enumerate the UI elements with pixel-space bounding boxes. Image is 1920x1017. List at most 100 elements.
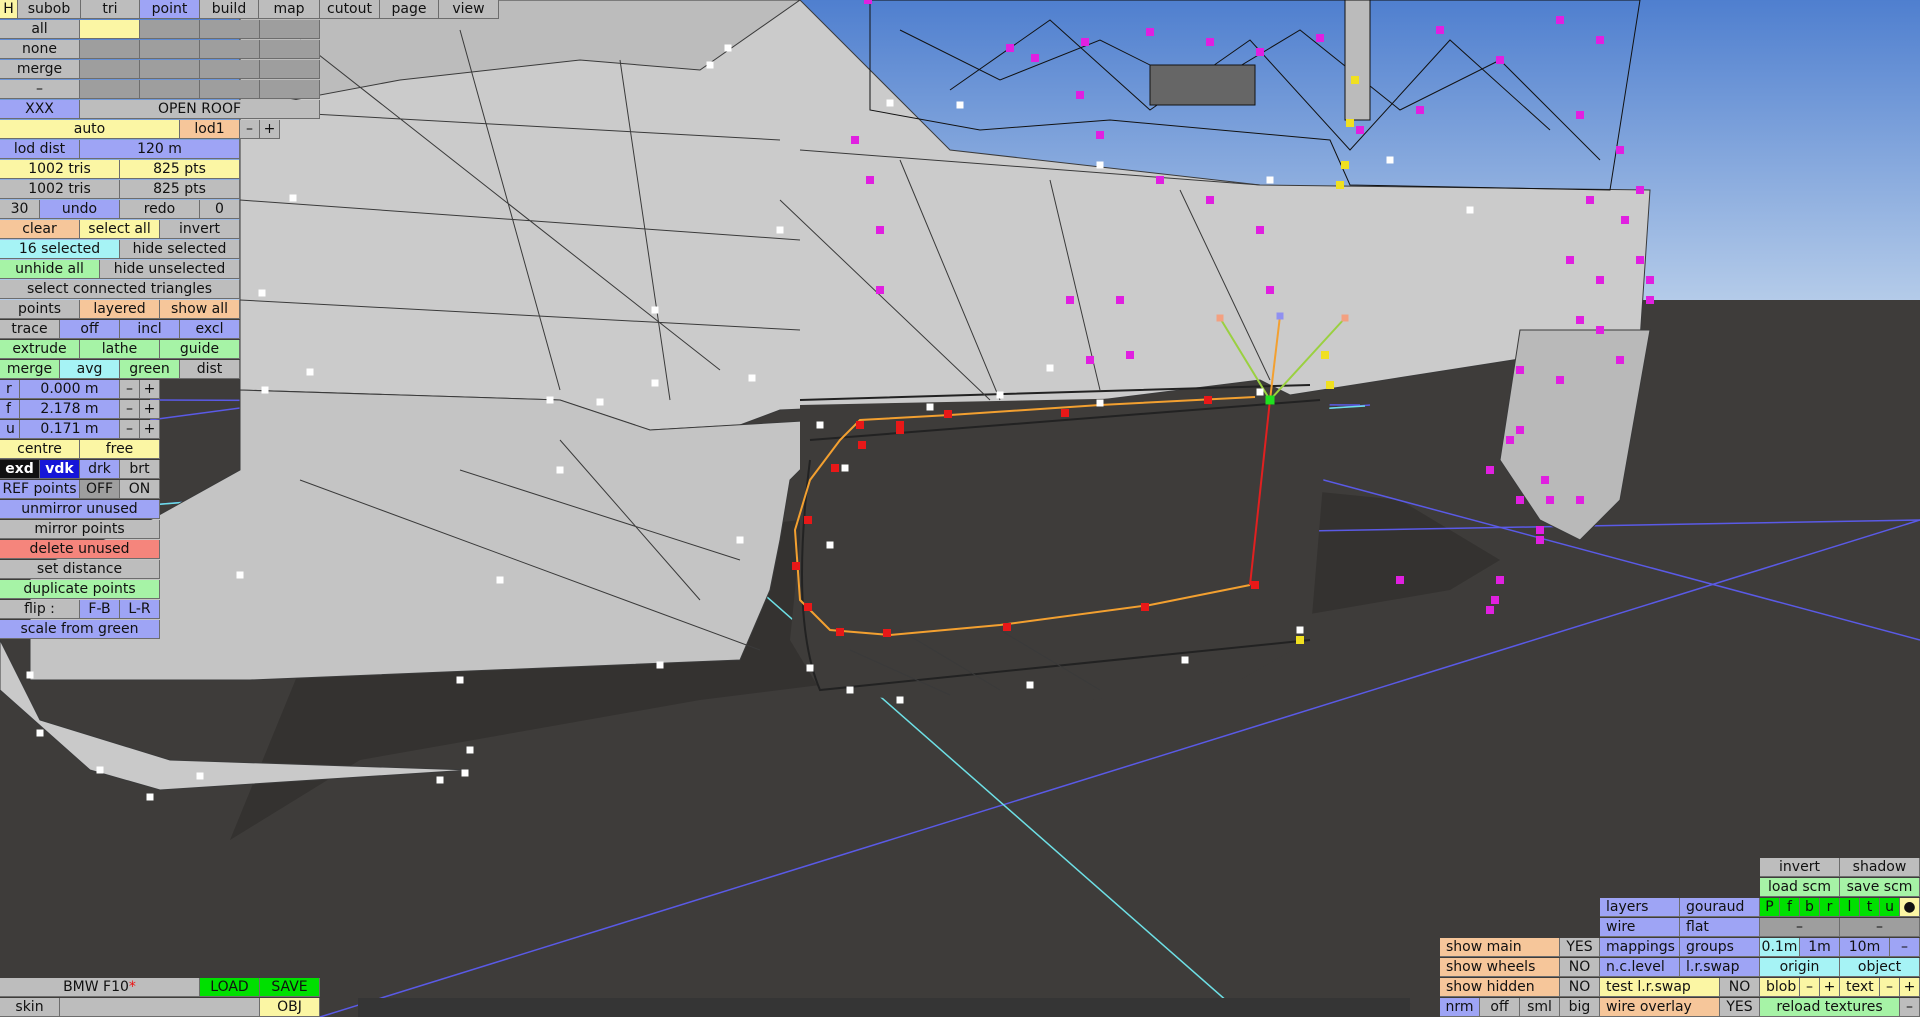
dash-button[interactable]: – — [0, 80, 80, 99]
subob-slot-12[interactable] — [260, 60, 320, 79]
lod-dist-value[interactable]: 120 m — [80, 140, 240, 159]
test-lr-swap-toggle[interactable]: NO — [1720, 978, 1760, 997]
duplicate-points-button[interactable]: duplicate points — [0, 580, 160, 599]
subob-slot-9[interactable] — [80, 60, 140, 79]
centre-button[interactable]: centre — [0, 440, 80, 459]
grid-01m-button[interactable]: 0.1m — [1760, 938, 1800, 957]
lr-swap-button[interactable]: l.r.swap — [1680, 958, 1760, 977]
subob-slot-1[interactable] — [80, 20, 140, 39]
hide-unselected-button[interactable]: hide unselected — [100, 260, 240, 279]
layer-l-button[interactable]: l — [1840, 898, 1860, 917]
brt-button[interactable]: brt — [120, 460, 160, 479]
select-all-points-button[interactable]: select all — [80, 220, 160, 239]
blob-plus-button[interactable]: + — [1820, 978, 1840, 997]
tab-point[interactable]: point — [140, 0, 200, 19]
save-scm-button[interactable]: save scm — [1840, 878, 1920, 897]
layer-t-button[interactable]: t — [1860, 898, 1880, 917]
wire-button[interactable]: wire — [1600, 918, 1680, 937]
select-connected-button[interactable]: select connected triangles — [0, 280, 240, 299]
tab-subob[interactable]: subob — [18, 0, 81, 19]
f-plus-button[interactable]: + — [140, 400, 160, 419]
show-hidden-toggle[interactable]: NO — [1560, 978, 1600, 997]
trace-excl-button[interactable]: excl — [180, 320, 240, 339]
trace-incl-button[interactable]: incl — [120, 320, 180, 339]
r-plus-button[interactable]: + — [140, 380, 160, 399]
set-distance-button[interactable]: set distance — [0, 560, 160, 579]
subob-slot-13[interactable] — [80, 80, 140, 99]
u-value[interactable]: 0.171 m — [20, 420, 120, 439]
grid-1m-button[interactable]: 1m — [1800, 938, 1840, 957]
tab-page[interactable]: page — [380, 0, 439, 19]
ref-on-button[interactable]: ON — [120, 480, 160, 499]
invert-selection-button[interactable]: invert — [160, 220, 240, 239]
hide-selected-button[interactable]: hide selected — [120, 240, 240, 259]
subob-slot-7[interactable] — [200, 40, 260, 59]
redo-button[interactable]: redo — [120, 200, 200, 219]
h-button[interactable]: H — [0, 0, 18, 19]
tab-view[interactable]: view — [439, 0, 499, 19]
ref-points-button[interactable]: REF points — [0, 480, 80, 499]
load-button[interactable]: LOAD — [200, 978, 260, 997]
tab-map[interactable]: map — [259, 0, 320, 19]
free-button[interactable]: free — [80, 440, 160, 459]
blob-button[interactable]: blob — [1760, 978, 1800, 997]
vdk-button[interactable]: vdk — [40, 460, 80, 479]
drk-button[interactable]: drk — [80, 460, 120, 479]
u-plus-button[interactable]: + — [140, 420, 160, 439]
r-value[interactable]: 0.000 m — [20, 380, 120, 399]
subob-slot-10[interactable] — [140, 60, 200, 79]
select-all-button[interactable]: all — [0, 20, 80, 39]
extrude-button[interactable]: extrude — [0, 340, 80, 359]
layer-p-button[interactable]: P — [1760, 898, 1780, 917]
unhide-all-button[interactable]: unhide all — [0, 260, 100, 279]
layer-r-button[interactable]: r — [1820, 898, 1840, 917]
invert-view-button[interactable]: invert — [1760, 858, 1840, 877]
layer-u-button[interactable]: u — [1880, 898, 1900, 917]
lod-auto-button[interactable]: auto — [0, 120, 180, 139]
subob-slot-2[interactable] — [140, 20, 200, 39]
lod-plus-button[interactable]: + — [260, 120, 280, 139]
dash-left-button[interactable]: – — [1760, 918, 1840, 937]
lod1-button[interactable]: lod1 — [180, 120, 240, 139]
reload-dash-button[interactable]: – — [1900, 998, 1920, 1017]
blob-minus-button[interactable]: – — [1800, 978, 1820, 997]
mirror-points-button[interactable]: mirror points — [0, 520, 160, 539]
car-name-field[interactable]: BMW F10* — [0, 978, 200, 997]
lod-minus-button[interactable]: – — [240, 120, 260, 139]
show-main-toggle[interactable]: YES — [1560, 938, 1600, 957]
flip-fb-button[interactable]: F-B — [80, 600, 120, 619]
r-minus-button[interactable]: – — [120, 380, 140, 399]
unmirror-unused-button[interactable]: unmirror unused — [0, 500, 160, 519]
green-button[interactable]: green — [120, 360, 180, 379]
subob-slot-8[interactable] — [260, 40, 320, 59]
points-button[interactable]: points — [0, 300, 80, 319]
undo-button[interactable]: undo — [40, 200, 120, 219]
trace-button[interactable]: trace — [0, 320, 60, 339]
save-button[interactable]: SAVE — [260, 978, 320, 997]
f-minus-button[interactable]: – — [120, 400, 140, 419]
mappings-button[interactable]: mappings — [1600, 938, 1680, 957]
show-wheels-toggle[interactable]: NO — [1560, 958, 1600, 977]
subob-slot-4[interactable] — [260, 20, 320, 39]
subob-slot-14[interactable] — [140, 80, 200, 99]
object-button[interactable]: object — [1840, 958, 1920, 977]
point-size-nrm-button[interactable]: nrm — [1440, 998, 1480, 1017]
load-scm-button[interactable]: load scm — [1760, 878, 1840, 897]
clear-button[interactable]: clear — [0, 220, 80, 239]
show-all-button[interactable]: show all — [160, 300, 240, 319]
text-button[interactable]: text — [1840, 978, 1880, 997]
gouraud-button[interactable]: gouraud — [1680, 898, 1760, 917]
layer-dot-button[interactable]: ● — [1900, 898, 1920, 917]
subob-slot-16[interactable] — [260, 80, 320, 99]
ref-off-button[interactable]: OFF — [80, 480, 120, 499]
tab-build[interactable]: build — [200, 0, 259, 19]
exd-button[interactable]: exd — [0, 460, 40, 479]
subob-slot-3[interactable] — [200, 20, 260, 39]
tab-tri[interactable]: tri — [81, 0, 140, 19]
wire-overlay-toggle[interactable]: YES — [1720, 998, 1760, 1017]
merge-subob-button[interactable]: merge — [0, 60, 80, 79]
grid-10m-button[interactable]: 10m — [1840, 938, 1890, 957]
groups-button[interactable]: groups — [1680, 938, 1760, 957]
reload-textures-button[interactable]: reload textures — [1760, 998, 1900, 1017]
lathe-button[interactable]: lathe — [80, 340, 160, 359]
